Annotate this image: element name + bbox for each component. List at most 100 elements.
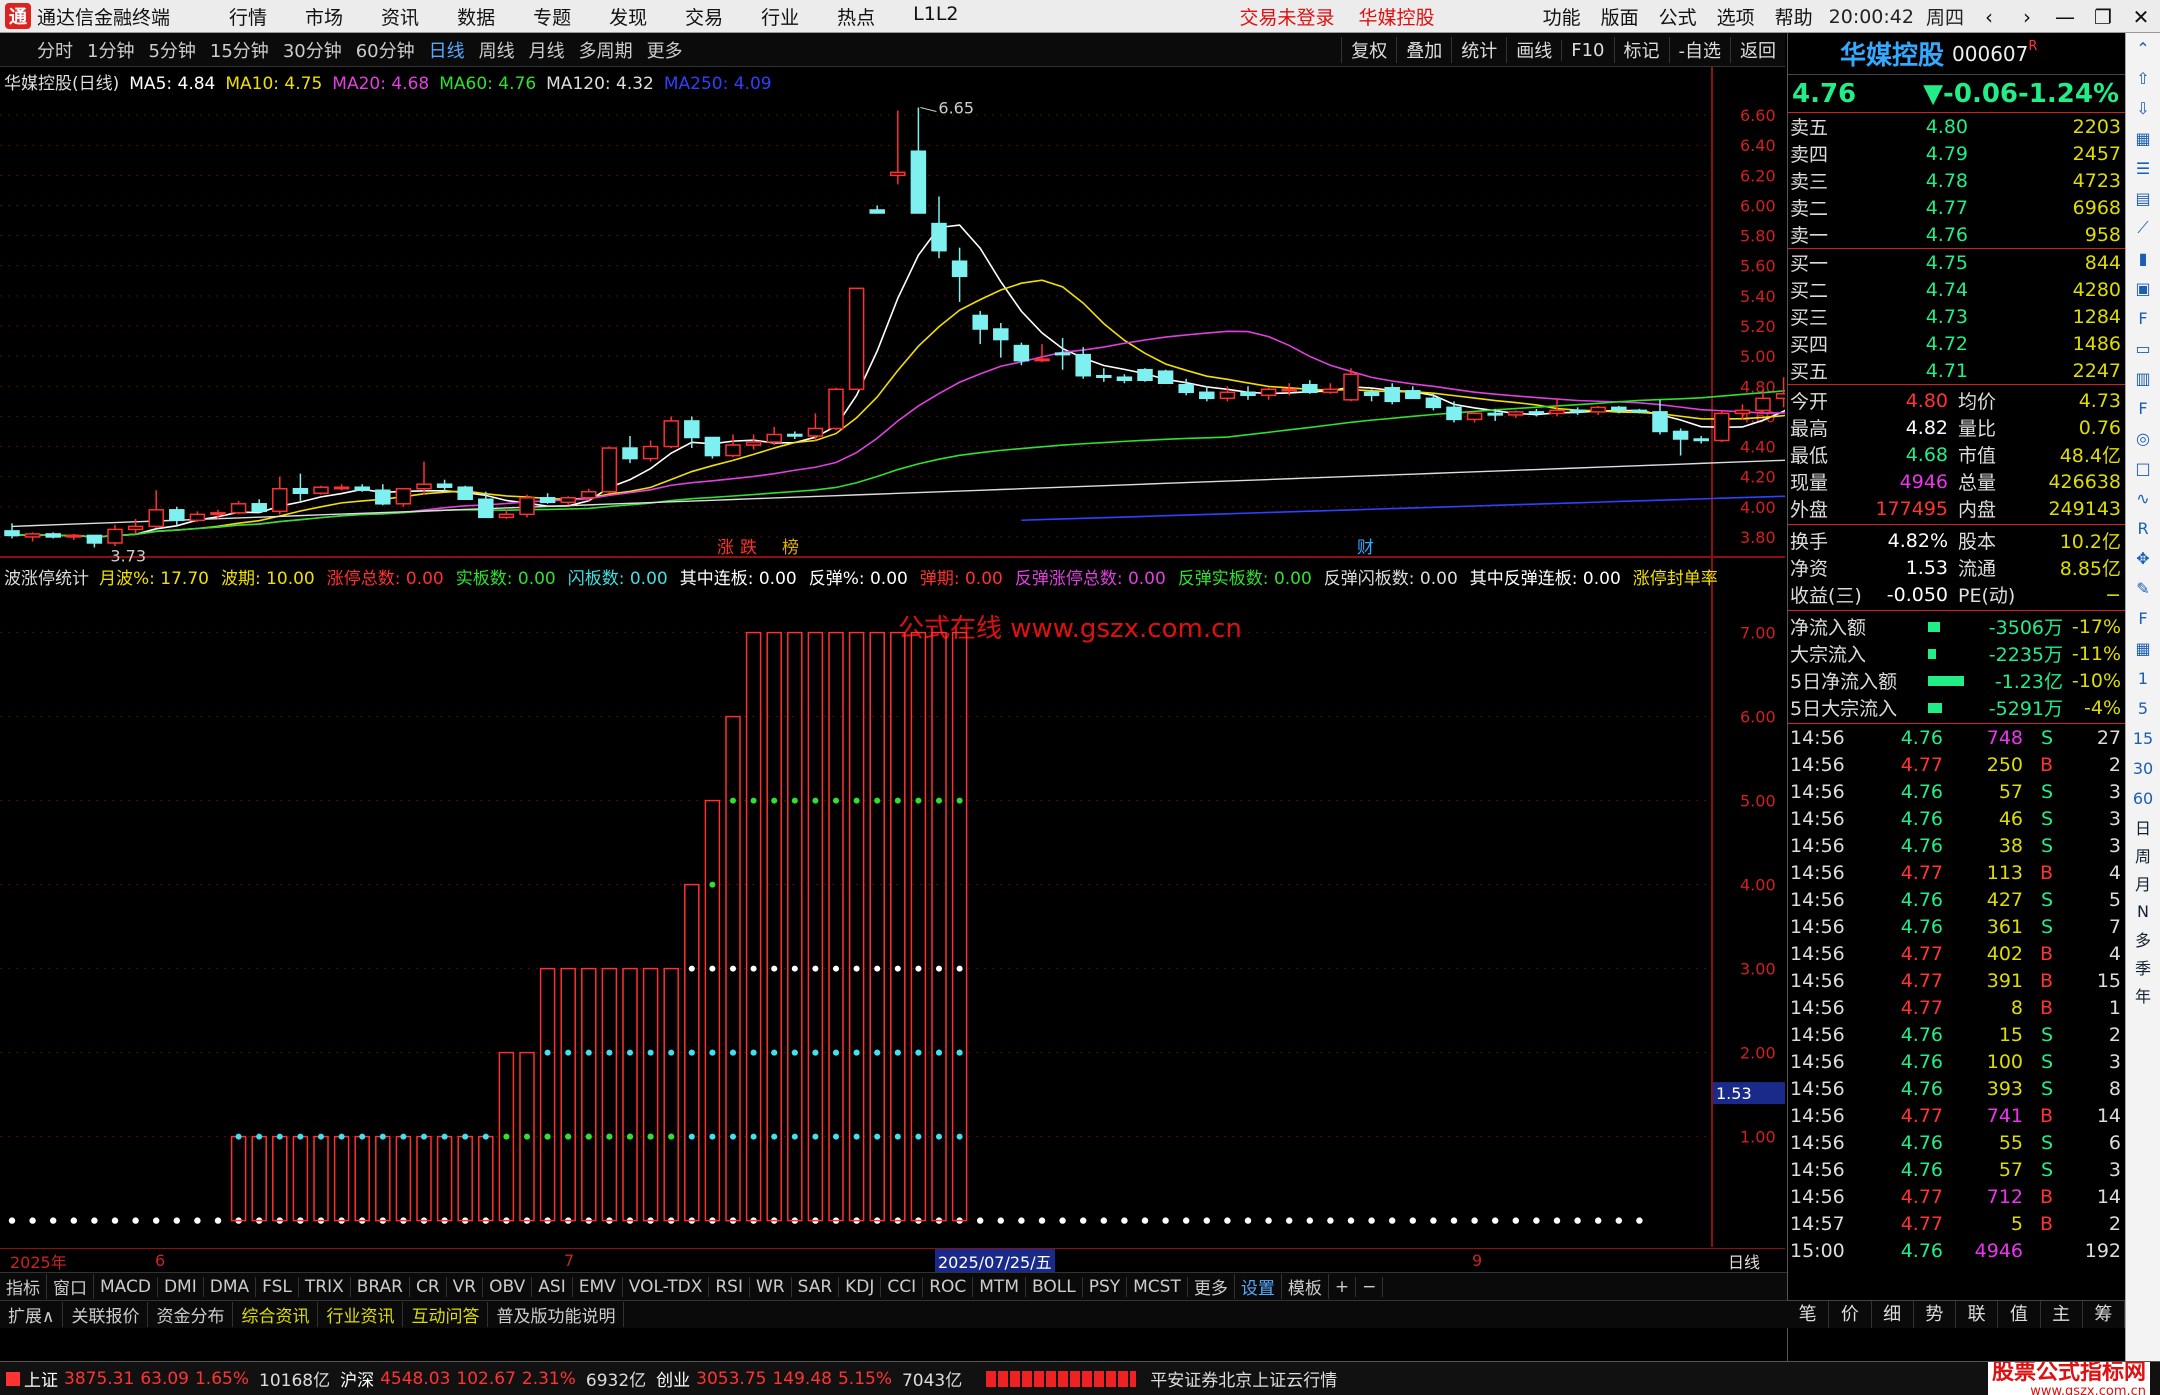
grid2-icon[interactable]: ▦ (2135, 633, 2150, 663)
candle-body[interactable] (1549, 409, 1565, 415)
candle-body[interactable] (1199, 391, 1215, 400)
menu-item-4[interactable]: 专题 (514, 3, 590, 30)
indicator-tab-16[interactable]: SAR (792, 1276, 840, 1297)
chart-tool-1[interactable]: 叠加 (1396, 37, 1451, 63)
candle-body[interactable] (766, 433, 782, 443)
event-label[interactable]: 榜 (782, 538, 799, 558)
ask-row-3[interactable]: 卖二 4.77 6968 (1788, 194, 2125, 221)
candle-body[interactable] (1096, 374, 1112, 378)
chart-tool-0[interactable]: 复权 (1341, 37, 1396, 63)
indicator-tab-0[interactable]: 指标 (0, 1274, 47, 1299)
candle-body[interactable] (189, 513, 206, 522)
candle-body[interactable] (1755, 397, 1771, 412)
candle-body[interactable] (1405, 390, 1421, 400)
candle-body[interactable] (478, 498, 494, 519)
quote-tab-4[interactable]: 联 (1956, 1301, 1999, 1328)
indicator-tab-2[interactable]: MACD (94, 1276, 158, 1297)
period-tab-1[interactable]: 1分钟 (80, 37, 141, 63)
period-shortcut-5[interactable]: 季 (2135, 953, 2151, 981)
candle-body[interactable] (1487, 412, 1503, 416)
quote-tab-2[interactable]: 细 (1872, 1301, 1914, 1328)
period-tab-8[interactable]: 月线 (522, 37, 572, 63)
candle-body[interactable] (1116, 376, 1133, 381)
candle-body[interactable] (519, 497, 535, 516)
kline-chart[interactable]: 6.60 6.40 6.20 6.00 5.80 5.60 5.40 5.20 5.00 4.80… (0, 67, 1785, 1247)
ext-tab-6[interactable]: 普及版功能说明 (488, 1302, 625, 1327)
ext-tab-2[interactable]: 资金分布 (148, 1302, 234, 1327)
tick-row[interactable]: 14:56 4.77 8 B 1 (1788, 994, 2125, 1021)
candle-body[interactable] (1178, 384, 1194, 394)
candle-body[interactable] (1528, 411, 1545, 415)
indicator-tab-13[interactable]: VOL-TDX (623, 1276, 710, 1297)
candle-body[interactable] (1137, 368, 1153, 381)
chart-tool-2[interactable]: 统计 (1451, 37, 1506, 63)
candle-body[interactable] (951, 260, 968, 278)
indicator-tab-5[interactable]: FSL (256, 1276, 299, 1297)
quote-tab-5[interactable]: 值 (1998, 1301, 2041, 1328)
candle-body[interactable] (1714, 412, 1730, 442)
tick-row[interactable]: 14:56 4.76 100 S 3 (1788, 1048, 2125, 1075)
candle-body[interactable] (1466, 412, 1483, 421)
period-shortcut-3[interactable]: N (2137, 897, 2149, 925)
down-icon[interactable]: ⇩ (2136, 93, 2149, 123)
menu-item-7[interactable]: 行业 (742, 3, 818, 30)
candle-body[interactable] (745, 441, 762, 446)
indicator-tab-4[interactable]: DMA (204, 1276, 257, 1297)
bid-row-0[interactable]: 买一 4.75 844 (1788, 249, 2125, 276)
rsi-icon[interactable]: R (2137, 513, 2148, 543)
indicator-tab-11[interactable]: ASI (532, 1276, 573, 1297)
indicator-tab-19[interactable]: ROC (923, 1276, 974, 1297)
period-shortcut-1[interactable]: 周 (2135, 841, 2151, 869)
chart-tool-3[interactable]: 画线 (1506, 37, 1561, 63)
menu-right-2[interactable]: 公式 (1649, 3, 1707, 30)
ext-tab-3[interactable]: 综合资讯 (233, 1302, 319, 1327)
line-chart-icon[interactable]: ⟋ (2137, 213, 2148, 243)
candle-body[interactable] (1343, 373, 1359, 401)
bid-row-1[interactable]: 买二 4.74 4280 (1788, 276, 2125, 303)
indicator-tab-26[interactable]: 模板 (1282, 1274, 1329, 1299)
candle-body[interactable] (416, 483, 432, 490)
quote-tab-7[interactable]: 筹 (2083, 1301, 2125, 1328)
quote-tab-1[interactable]: 价 (1829, 1301, 1872, 1328)
candle-body[interactable] (1034, 358, 1050, 362)
candle-body[interactable] (1260, 388, 1277, 397)
calendar-icon[interactable]: ▣ (2135, 273, 2150, 303)
tick-row[interactable]: 14:56 4.76 55 S 6 (1788, 1129, 2125, 1156)
indicator-tab-3[interactable]: DMI (158, 1276, 204, 1297)
candle-body[interactable] (498, 513, 515, 519)
indicator-tab-14[interactable]: RSI (709, 1276, 750, 1297)
period-tab-7[interactable]: 周线 (472, 37, 522, 63)
candle-body[interactable] (1302, 384, 1318, 394)
menu-item-6[interactable]: 交易 (666, 3, 742, 30)
bid-row-3[interactable]: 买四 4.72 1486 (1788, 330, 2125, 357)
indicator-tab-15[interactable]: WR (750, 1276, 792, 1297)
candle-body[interactable] (107, 528, 123, 544)
candle-body[interactable] (1631, 409, 1648, 413)
collapse-icon[interactable]: ⌃ (2136, 33, 2149, 63)
candle-icon[interactable]: ▮ (2139, 243, 2148, 273)
login-status[interactable]: 交易未登录 (1228, 3, 1347, 30)
indicator-tab-18[interactable]: CCI (881, 1276, 924, 1297)
tick-row[interactable]: 14:56 4.77 113 B 4 (1788, 859, 2125, 886)
candle-body[interactable] (787, 433, 803, 437)
minimize-icon[interactable]: — (2046, 5, 2084, 29)
candle-body[interactable] (1384, 387, 1400, 403)
candle-body[interactable] (1446, 406, 1462, 421)
candle-body[interactable] (1652, 411, 1668, 433)
candle-body[interactable] (354, 486, 370, 491)
candle-body[interactable] (601, 447, 618, 493)
chart-tool-6[interactable]: -自选 (1668, 37, 1731, 63)
candle-body[interactable] (1611, 406, 1627, 412)
candle-body[interactable] (972, 314, 988, 330)
quote-tab-3[interactable]: 势 (1914, 1301, 1956, 1328)
tick-row[interactable]: 14:56 4.77 741 B 14 (1788, 1102, 2125, 1129)
indicator-tab-28[interactable]: − (1356, 1276, 1384, 1297)
menu-item-8[interactable]: 热点 (818, 3, 894, 30)
candle-body[interactable] (1693, 438, 1709, 442)
candle-body[interactable] (869, 209, 885, 214)
candle-body[interactable] (848, 287, 865, 391)
indicator-tab-23[interactable]: MCST (1127, 1276, 1188, 1297)
chart-svg[interactable]: 6.606.406.206.005.805.605.405.205.004.80… (0, 67, 1785, 1247)
period-tab-9[interactable]: 多周期 (572, 37, 640, 63)
candle-body[interactable] (272, 487, 288, 513)
